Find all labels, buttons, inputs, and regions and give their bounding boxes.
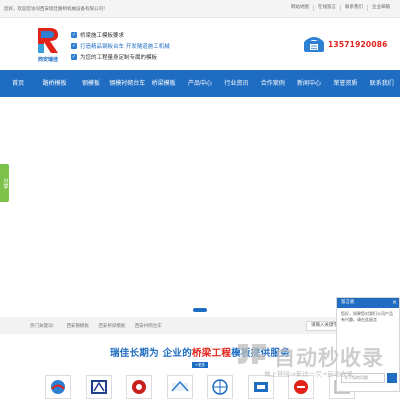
nav-item-news[interactable]: 新闻中心 [291, 70, 327, 97]
partner-logo-1-icon [51, 380, 65, 394]
search-placeholder: 请输入关键字 [311, 323, 338, 328]
nav-item-bridge-formwork[interactable]: 桥梁模板 [145, 70, 181, 97]
consult-title: 留言板 [337, 298, 399, 308]
consult-panel: 留言板 × 您好，如果您对我们公司产品有兴趣，请在此留言 写下您的问题 [336, 297, 400, 392]
slogan-item: ✓ 桥梁施工模板要求 [71, 31, 125, 39]
slogan-item: ✓ 打造精品钢板台车 开发隧道施工机械 [71, 42, 170, 50]
nav-item-home[interactable]: 首页 [0, 70, 36, 97]
partner-logo-item[interactable] [83, 374, 115, 400]
partner-logo-item[interactable] [285, 374, 317, 400]
consult-input[interactable]: 写下您的问题 [341, 373, 385, 383]
check-icon: ✓ [71, 42, 77, 49]
partner-logos [42, 374, 358, 400]
share-tab[interactable]: 分享 [0, 164, 9, 202]
partner-logo-5-icon [212, 379, 228, 395]
top-links: 网站地图 在线留言 联系我们 企业邮箱 [287, 5, 394, 11]
partner-logo-item[interactable] [123, 374, 155, 400]
hot-keywords: 热门关键词： 西安钢模板 西安桥梁模板 西安衬砌台车 [30, 323, 170, 329]
nav-item-honors[interactable]: 荣誉资质 [327, 70, 363, 97]
partner-logo-item[interactable] [42, 374, 74, 400]
logo-text: 西安瑞佳 [37, 57, 58, 63]
partner-logo-item[interactable] [204, 374, 236, 400]
close-icon[interactable]: × [392, 299, 397, 307]
sitemap-link[interactable]: 网站地图 [287, 5, 313, 11]
hot-keyword[interactable]: 西安衬砌台车 [135, 324, 162, 329]
partner-logo-6-icon [253, 382, 268, 392]
nav-item-cases[interactable]: 合作案例 [255, 70, 291, 97]
partner-logo-item[interactable] [164, 374, 196, 400]
nav-item-steel-formwork[interactable]: 钢模板 [73, 70, 109, 97]
nav-item-lining-trolley[interactable]: 钢模衬砌台车 [109, 70, 145, 97]
consult-send-button[interactable] [387, 373, 397, 383]
header: 西安瑞佳 ✓ 桥梁施工模板要求 ✓ 打造精品钢板台车 开发隧道施工机械 ✓ 为您… [0, 18, 400, 70]
nav-item-industry-news[interactable]: 行业资讯 [218, 70, 254, 97]
hot-keyword[interactable]: 西安桥梁模板 [98, 324, 125, 329]
message-link[interactable]: 在线留言 [313, 5, 340, 11]
more-button[interactable]: +更多 [192, 362, 208, 368]
nav-item-contact[interactable]: 联系我们 [364, 70, 400, 97]
partner-logo-3-icon [132, 380, 147, 394]
slider-indicator[interactable] [193, 308, 207, 312]
banner-slider[interactable] [0, 97, 400, 317]
check-icon: ✓ [71, 31, 77, 38]
slogan-item: ✓ 为您的工程量身定制专属的模板 [71, 53, 158, 61]
hot-keyword[interactable]: 西安钢模板 [66, 324, 89, 329]
partner-logo-2-icon [90, 380, 107, 394]
main-nav: 首页 路桥模板 钢模板 钢模衬砌台车 桥梁模板 产品中心 行业资讯 合作案例 新… [0, 70, 400, 97]
mail-link[interactable]: 企业邮箱 [367, 5, 394, 11]
partner-logo-item[interactable] [245, 374, 277, 400]
partner-logo-4-icon [171, 380, 189, 392]
logo-mark-icon [38, 28, 58, 53]
contact-link[interactable]: 联系我们 [340, 5, 367, 11]
consult-message: 您好，如果您对我们公司产品有兴趣，请在此留言 [341, 311, 393, 322]
company-logo[interactable]: 西安瑞佳 [33, 26, 63, 64]
phone-contact[interactable]: 13571920086 [303, 35, 388, 53]
partner-logo-7-icon [294, 380, 309, 394]
nav-item-road-bridge-formwork[interactable]: 路桥模板 [36, 70, 72, 97]
telephone-icon [304, 37, 324, 52]
nav-item-products[interactable]: 产品中心 [182, 70, 218, 97]
check-icon: ✓ [71, 53, 77, 60]
hot-label: 热门关键词： [30, 324, 57, 329]
top-bar: 您好，欢迎您访问西安瑞佳路桥机械设备有限公司！ 网站地图 在线留言 联系我们 企… [0, 0, 400, 18]
welcome-text: 您好，欢迎您访问西安瑞佳路桥机械设备有限公司！ [4, 7, 108, 12]
phone-number: 13571920086 [328, 39, 388, 49]
slogan-list: ✓ 桥梁施工模板要求 ✓ 打造精品钢板台车 开发隧道施工机械 ✓ 为您的工程量身… [71, 29, 170, 62]
